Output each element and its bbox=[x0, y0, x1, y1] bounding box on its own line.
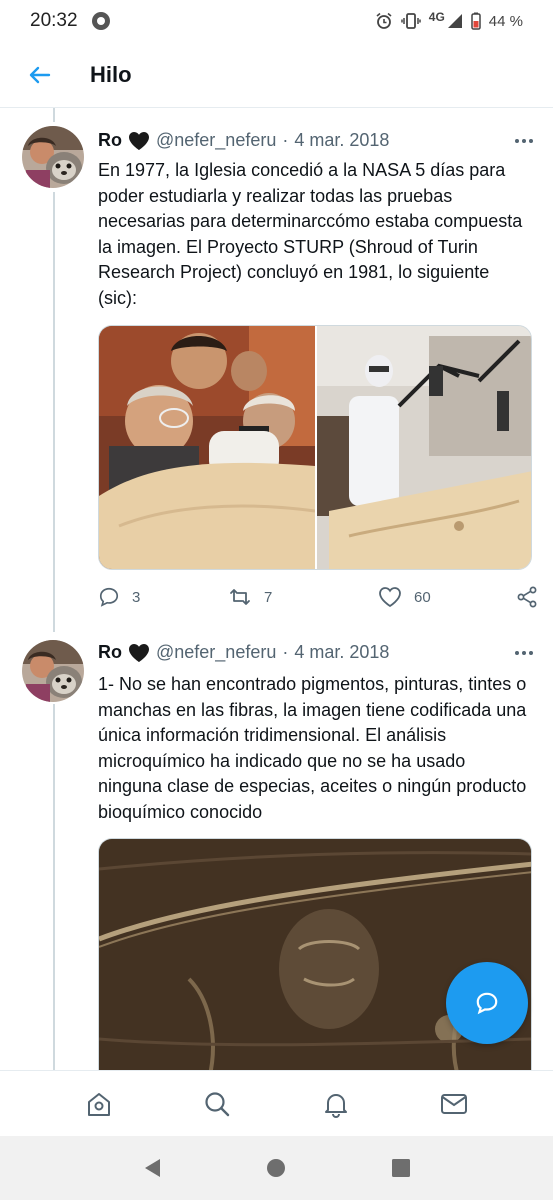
search-icon bbox=[205, 1091, 230, 1116]
author-name[interactable]: Ro bbox=[98, 130, 122, 151]
app-notification-icon bbox=[91, 12, 110, 30]
signal-icon bbox=[447, 14, 462, 28]
system-recents-button[interactable] bbox=[381, 1148, 421, 1188]
retweet-button[interactable]: 7 bbox=[228, 586, 378, 608]
bottom-navigation bbox=[0, 1070, 553, 1136]
vibrate-icon bbox=[401, 13, 421, 29]
tweet-photo[interactable] bbox=[99, 326, 532, 570]
like-button[interactable]: 60 bbox=[378, 586, 508, 608]
page-title: Hilo bbox=[90, 61, 132, 87]
tweet-header: Ro @nefer_neferu · 4 mar. 2018 bbox=[98, 642, 537, 663]
status-bar: 20:32 4G 44 % bbox=[0, 0, 553, 42]
reply-count: 3 bbox=[132, 588, 141, 606]
reply-icon bbox=[99, 587, 119, 607]
system-home-button[interactable] bbox=[256, 1148, 296, 1188]
nav-notifications[interactable] bbox=[311, 1079, 361, 1129]
thread-connector bbox=[53, 192, 55, 632]
share-icon bbox=[517, 586, 537, 608]
separator: · bbox=[282, 642, 289, 662]
heart-outline-icon bbox=[379, 587, 401, 608]
thread-header: Hilo bbox=[0, 42, 553, 108]
arrow-left-icon bbox=[29, 66, 51, 83]
avatar[interactable] bbox=[22, 126, 84, 188]
system-back-button[interactable] bbox=[132, 1148, 172, 1188]
tweet-media[interactable] bbox=[98, 325, 532, 570]
separator: · bbox=[282, 130, 289, 150]
like-count: 60 bbox=[414, 588, 431, 606]
nav-home[interactable] bbox=[74, 1079, 124, 1129]
more-options-button[interactable] bbox=[511, 135, 537, 147]
battery-level: 44 % bbox=[488, 12, 523, 30]
recents-square-icon bbox=[391, 1159, 410, 1177]
avatar[interactable] bbox=[22, 640, 84, 702]
home-icon bbox=[88, 1092, 111, 1116]
network-type: 4G bbox=[428, 10, 445, 24]
back-triangle-icon bbox=[145, 1159, 161, 1177]
status-time: 20:32 bbox=[30, 10, 78, 31]
thread-connector bbox=[53, 108, 55, 122]
battery-icon bbox=[471, 12, 481, 30]
compose-reply-icon bbox=[476, 992, 498, 1015]
more-options-button[interactable] bbox=[511, 647, 537, 659]
author-handle[interactable]: @nefer_neferu bbox=[156, 642, 276, 663]
system-navigation-bar bbox=[0, 1136, 553, 1200]
compose-reply-button[interactable] bbox=[446, 962, 528, 1044]
home-circle-icon bbox=[267, 1159, 286, 1177]
notifications-icon bbox=[324, 1093, 347, 1118]
tweet-actions: 3 7 60 bbox=[98, 582, 538, 612]
tweet-text: En 1977, la Iglesia concedió a la NASA 5… bbox=[98, 160, 523, 308]
alarm-icon bbox=[376, 12, 392, 29]
tweet-media[interactable] bbox=[98, 838, 532, 1078]
reply-button[interactable]: 3 bbox=[98, 586, 228, 608]
retweet-count: 7 bbox=[264, 588, 273, 606]
back-button[interactable] bbox=[0, 42, 80, 108]
tweet-header: Ro @nefer_neferu · 4 mar. 2018 bbox=[98, 130, 537, 151]
nav-search[interactable] bbox=[192, 1079, 242, 1129]
tweet-text: 1- No se han encontrado pigmentos, pintu… bbox=[98, 674, 527, 822]
author-name[interactable]: Ro bbox=[98, 642, 122, 663]
status-indicators: 4G 44 % bbox=[375, 10, 523, 30]
black-heart-emoji-icon bbox=[129, 643, 149, 662]
messages-icon bbox=[440, 1093, 467, 1114]
black-heart-emoji-icon bbox=[129, 131, 149, 150]
retweet-icon bbox=[230, 589, 250, 605]
author-handle[interactable]: @nefer_neferu bbox=[156, 130, 276, 151]
tweet-date[interactable]: 4 mar. 2018 bbox=[294, 642, 389, 663]
tweet-photo[interactable] bbox=[99, 839, 532, 1078]
tweet-date[interactable]: 4 mar. 2018 bbox=[294, 130, 389, 151]
thread-connector bbox=[53, 704, 55, 1070]
nav-messages[interactable] bbox=[429, 1079, 479, 1129]
share-button[interactable] bbox=[516, 586, 538, 608]
